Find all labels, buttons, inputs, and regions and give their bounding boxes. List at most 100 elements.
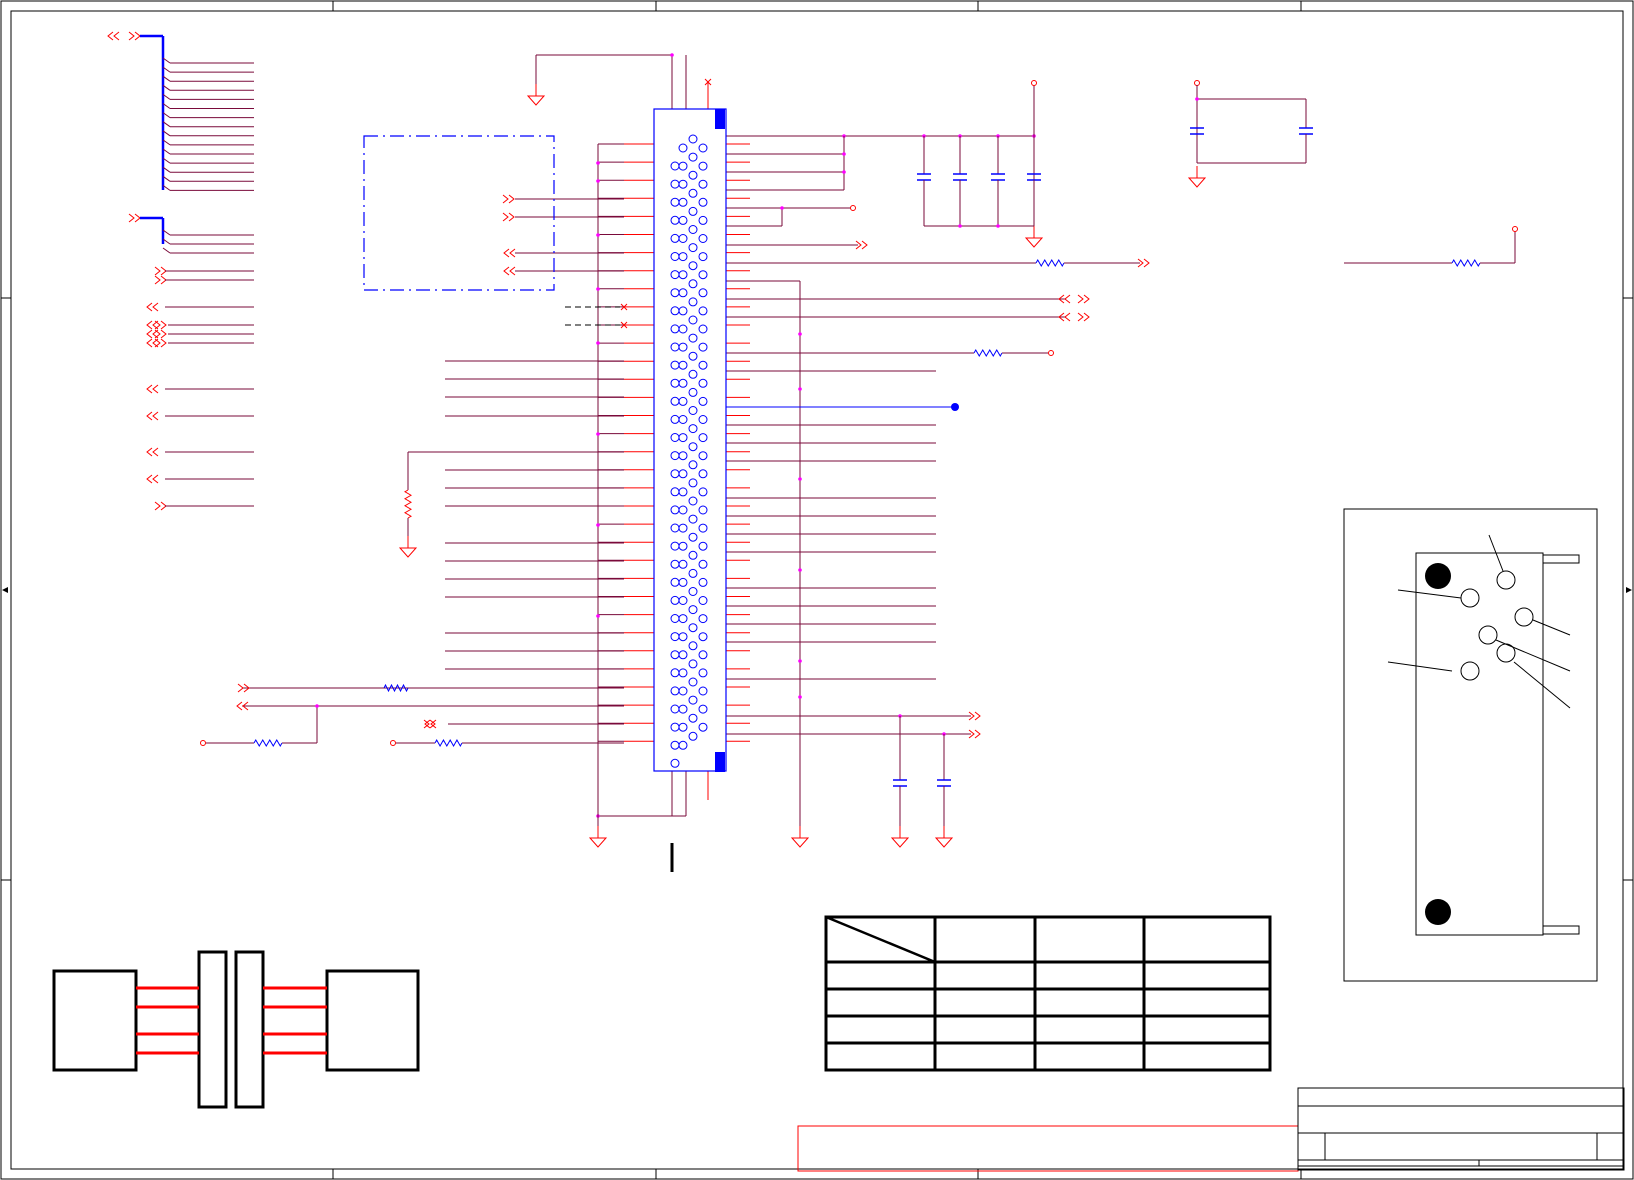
pin-circle: [670, 215, 680, 225]
pin-circle: [678, 324, 688, 334]
double-chevron-icon: [154, 320, 161, 330]
resistor-icon: [253, 739, 283, 747]
pin-circle: [678, 686, 688, 696]
open-circle-pin-icon: [850, 205, 856, 211]
pin-circle: [688, 225, 698, 234]
pin-circle: [698, 179, 708, 189]
ground-symbol-icon: [934, 837, 954, 848]
pin-circle: [698, 415, 708, 424]
junction-dot: [1195, 97, 1199, 101]
ground-symbol-icon: [588, 837, 608, 848]
pin-circle: [698, 197, 708, 207]
pin-circle: [688, 478, 698, 488]
resistor-icon: [434, 738, 463, 748]
double-chevron-icon: [237, 683, 244, 693]
pin-circle: [698, 632, 708, 642]
double-chevron-icon: [146, 329, 153, 339]
pin-circle: [670, 324, 680, 334]
double-chevron-icon: [154, 501, 161, 511]
double-chevron-icon: [154, 338, 161, 348]
connector-key-top: [715, 109, 725, 129]
pin-circle: [678, 415, 688, 424]
sheet-outer-border: [0, 0, 1634, 1180]
ground-symbol-icon: [1187, 177, 1207, 188]
double-chevron-icon: [160, 320, 167, 330]
ground-symbol-icon: [890, 837, 910, 848]
pin-circle: [670, 396, 680, 406]
junction-dot: [798, 659, 802, 663]
double-chevron-icon: [146, 320, 153, 330]
pin-circle: [688, 605, 698, 615]
double-chevron-icon: [107, 31, 114, 41]
pin-circle: [698, 722, 708, 732]
double-chevron-icon: [974, 729, 981, 739]
junction-dot: [596, 614, 600, 618]
pin-circle: [688, 641, 698, 651]
double-chevron-icon: [152, 474, 159, 484]
double-chevron-icon: [1143, 258, 1150, 268]
double-chevron-icon: [146, 447, 153, 457]
pin-circle: [678, 668, 688, 678]
junction-dot: [842, 170, 846, 174]
double-chevron-icon: [509, 248, 516, 258]
pin-circle: [698, 324, 708, 334]
pin-circle: [670, 614, 680, 623]
pin-circle: [670, 360, 680, 370]
junction-dot: [780, 206, 784, 210]
open-circle-pin-icon: [1194, 80, 1200, 86]
double-chevron-icon: [152, 447, 159, 457]
pin-circle: [678, 469, 688, 479]
schematic-generated: [107, 31, 1518, 848]
pin-circle: [688, 134, 698, 144]
pin-circle: [678, 342, 688, 352]
pin-circle: [678, 523, 688, 533]
double-chevron-icon: [154, 275, 161, 285]
pin-circle: [698, 541, 708, 551]
pin-circle: [688, 351, 698, 361]
pin-circle: [698, 523, 708, 533]
pin-circle: [698, 668, 708, 678]
pin-circle: [678, 306, 688, 316]
pin-circle: [688, 695, 698, 705]
pin-circle: [678, 632, 688, 642]
pin-circle: [678, 396, 688, 406]
pin-circle: [688, 188, 698, 198]
double-chevron-icon: [154, 329, 161, 339]
pin-circle: [670, 722, 680, 732]
open-circle-pin-icon: [1031, 80, 1037, 86]
schematic-sheet: [0, 0, 1634, 1180]
zone-ticks: [1, 1, 1633, 1179]
double-chevron-icon: [1083, 312, 1090, 322]
double-chevron-icon: [134, 31, 141, 41]
pin-circle: [688, 279, 698, 289]
pin-circle: [698, 469, 708, 479]
pin-circle: [678, 577, 688, 587]
pin-circle: [698, 306, 708, 316]
double-chevron-icon: [152, 302, 159, 312]
pin-circle: [678, 143, 688, 153]
pin-circle: [670, 306, 680, 316]
pin-circle: [688, 460, 698, 470]
pin-circle: [670, 161, 680, 171]
pin-circle: [678, 161, 688, 171]
double-chevron-icon: [502, 212, 509, 222]
pin-circle: [678, 360, 688, 370]
pin-circle: [678, 433, 688, 443]
double-chevron-icon: [152, 384, 159, 394]
open-circle-pin-icon: [390, 740, 396, 746]
double-chevron-icon: [146, 411, 153, 421]
pin-circle: [688, 243, 698, 253]
pin-circle: [670, 668, 680, 678]
pin-circle: [698, 270, 708, 280]
pin-circle: [698, 451, 708, 461]
pin-circle: [678, 179, 688, 189]
double-chevron-icon: [146, 302, 153, 312]
pin-circle: [698, 288, 708, 298]
pin-circle: [698, 704, 708, 714]
pin-circle: [670, 451, 680, 461]
pin-circle: [688, 532, 698, 542]
double-chevron-icon: [113, 31, 120, 41]
pin-circle: [678, 704, 688, 714]
pin-circle: [670, 523, 680, 533]
pin-circle: [670, 433, 680, 442]
